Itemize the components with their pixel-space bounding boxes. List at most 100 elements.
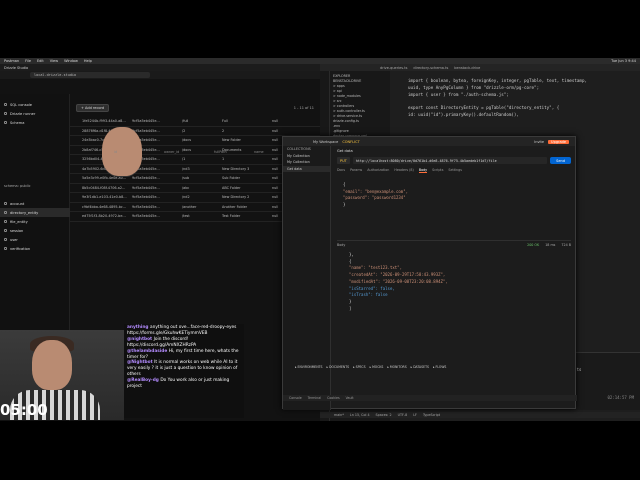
- table-cell[interactable]: 2: [220, 129, 270, 133]
- table-cell[interactable]: /test: [180, 214, 220, 218]
- postman-sidebar: COLLECTIONS My Collection My Collection …: [283, 146, 446, 410]
- table-cell[interactable]: 9cf5a5eb445e…: [130, 129, 180, 133]
- schema-select[interactable]: schema: public: [4, 184, 31, 188]
- status-item[interactable]: LF: [413, 413, 417, 417]
- table-cell[interactable]: Another Folder: [220, 205, 270, 209]
- request-url-input[interactable]: http://localhost:8080/drive/0d761b4-d6e8…: [352, 157, 548, 164]
- request-tab[interactable]: Body: [418, 168, 428, 173]
- status-item[interactable]: main*: [334, 413, 344, 417]
- table-cell[interactable]: 9cf5a5eb445e…: [130, 119, 180, 123]
- table-cell[interactable]: 9cf5a5eb445e…: [130, 176, 180, 180]
- editor-tab[interactable]: drive-queries.ts: [380, 66, 407, 70]
- column-header[interactable]: id: [112, 150, 162, 154]
- table-cell[interactable]: null: [270, 129, 310, 133]
- request-tab[interactable]: Params: [350, 168, 362, 173]
- table-cell[interactable]: 1fe5244b-f993-44a0-a8…: [80, 119, 130, 123]
- request-tab[interactable]: Scripts: [432, 168, 443, 173]
- request-body-editor[interactable]: { "email": "ben@example.com", "password"…: [337, 182, 571, 232]
- column-header[interactable]: fullPath: [212, 150, 252, 154]
- table-cell[interactable]: /2: [180, 129, 220, 133]
- code-line: id: uuid("id").primaryKey().defaultRando…: [408, 111, 519, 117]
- table-cell[interactable]: 1: [220, 157, 270, 161]
- table-cell[interactable]: null: [270, 119, 310, 123]
- table-item[interactable]: verification: [0, 244, 70, 253]
- footer-item[interactable]: Terminal: [308, 396, 321, 400]
- response-body-tab[interactable]: Body: [337, 243, 345, 247]
- menu-file[interactable]: File: [25, 59, 31, 63]
- pagination: 1 - 11 of 11: [293, 106, 314, 110]
- column-header[interactable]: owner_id: [162, 150, 212, 154]
- sidebar-label: SQL console: [10, 102, 32, 107]
- upgrade-button[interactable]: Upgrade: [548, 139, 569, 144]
- table-cell[interactable]: /sub: [180, 176, 220, 180]
- table-item[interactable]: session: [0, 226, 70, 235]
- workspace-name[interactable]: My Workspace: [313, 140, 338, 144]
- table-icon: [4, 211, 7, 214]
- menu-help[interactable]: Help: [84, 59, 92, 63]
- footer-item[interactable]: Console: [289, 396, 302, 400]
- table-cell[interactable]: ed75f1f3-8b20-4972-be…: [80, 214, 130, 218]
- table-cell[interactable]: Full: [220, 119, 270, 123]
- table-cell[interactable]: /1: [180, 157, 220, 161]
- table-cell[interactable]: Test Folder: [220, 214, 270, 218]
- code-line: import { boolean, bytea, foreignKey, int…: [408, 78, 587, 83]
- status-item[interactable]: Spaces: 2: [376, 413, 392, 417]
- add-record-button[interactable]: + Add record: [76, 104, 110, 112]
- table-cell[interactable]: 9e3f1db1-e103-41e0-b8…: [80, 195, 130, 199]
- editor-tab[interactable]: directory-schema.ts: [413, 66, 448, 70]
- table-cell[interactable]: 9cf5a5eb445e…: [130, 195, 180, 199]
- webcam-face: [32, 340, 72, 390]
- section-item[interactable]: ▸ ENVIRONMENTS: [291, 364, 323, 371]
- invite-button[interactable]: Invite: [534, 140, 544, 144]
- sidebar-item-schema[interactable]: Schema: [0, 118, 69, 127]
- status-item[interactable]: TypeScript: [423, 413, 440, 417]
- response-time: 18 ms: [545, 242, 556, 247]
- method-select[interactable]: PUT: [337, 157, 350, 164]
- table-item-selected[interactable]: directory_entity: [0, 208, 70, 217]
- table-cell[interactable]: /nd2: [180, 195, 220, 199]
- table-cell[interactable]: c9bf4bba-4e68-4895-bc…: [80, 205, 130, 209]
- menu-window[interactable]: Window: [64, 59, 78, 63]
- table-cell[interactable]: /nd3: [180, 167, 220, 171]
- table-item[interactable]: account: [0, 199, 70, 208]
- table-cell[interactable]: New Directory 3: [220, 167, 270, 171]
- sidebar-item-drizzle-runner[interactable]: Drizzle runner: [0, 109, 69, 118]
- browser-tab[interactable]: Drizzle Studio: [4, 66, 28, 70]
- table-row[interactable]: 1fe5244b-f993-44a0-a8… 9cf5a5eb445e…/full…: [70, 117, 320, 127]
- table-item[interactable]: file_entity: [0, 217, 70, 226]
- request-tab[interactable]: Settings: [448, 168, 462, 173]
- table-cell[interactable]: 8b5c0484-f08f-4706-a2…: [80, 186, 130, 190]
- status-item[interactable]: UTF-8: [398, 413, 408, 417]
- clock: Tue Jun 3 9:44: [611, 59, 636, 63]
- send-button[interactable]: Send: [550, 157, 571, 164]
- table-cell[interactable]: 9cf5a5eb445e…: [130, 205, 180, 209]
- table-cell[interactable]: 9cf5a5eb445e…: [130, 186, 180, 190]
- request-tab[interactable]: Headers (8): [394, 168, 413, 173]
- request-tab[interactable]: Authorization: [367, 168, 389, 173]
- table-cell[interactable]: New Folder: [220, 138, 270, 142]
- footer-item[interactable]: Cookies: [327, 396, 339, 400]
- table-cell[interactable]: New Directory 2: [220, 195, 270, 199]
- table-list: account directory_entity file_entity ses…: [0, 199, 70, 253]
- response-line: "name": "test123.txt",: [349, 265, 402, 271]
- request-tab[interactable]: Docs: [337, 168, 345, 173]
- table-cell[interactable]: /another: [180, 205, 220, 209]
- table-cell[interactable]: /docs: [180, 138, 220, 142]
- request-item-selected[interactable]: Get data: [283, 165, 330, 172]
- table-cell[interactable]: ABC Folder: [220, 186, 270, 190]
- table-cell[interactable]: 9cf5a5eb445e…: [130, 214, 180, 218]
- terminal-icon: [4, 103, 7, 106]
- table-cell[interactable]: /full: [180, 119, 220, 123]
- table-cell[interactable]: Sub Folder: [220, 176, 270, 180]
- status-item[interactable]: Ln 15, Col 4: [350, 413, 370, 417]
- menu-view[interactable]: View: [50, 59, 58, 63]
- menu-edit[interactable]: Edit: [37, 59, 44, 63]
- table-item[interactable]: user: [0, 235, 70, 244]
- sidebar-item-sql-console[interactable]: SQL console: [0, 100, 69, 109]
- footer-item[interactable]: Vault: [346, 396, 354, 400]
- postman-footer: Console Terminal Cookies Vault: [283, 395, 577, 401]
- chat-user: @nightbot: [127, 336, 154, 342]
- chat-message: @RealBoy-dg Do You work also or just mak…: [127, 378, 241, 390]
- table-cell[interactable]: /abc: [180, 186, 220, 190]
- url-field[interactable]: local.drizzle.studio: [30, 72, 150, 78]
